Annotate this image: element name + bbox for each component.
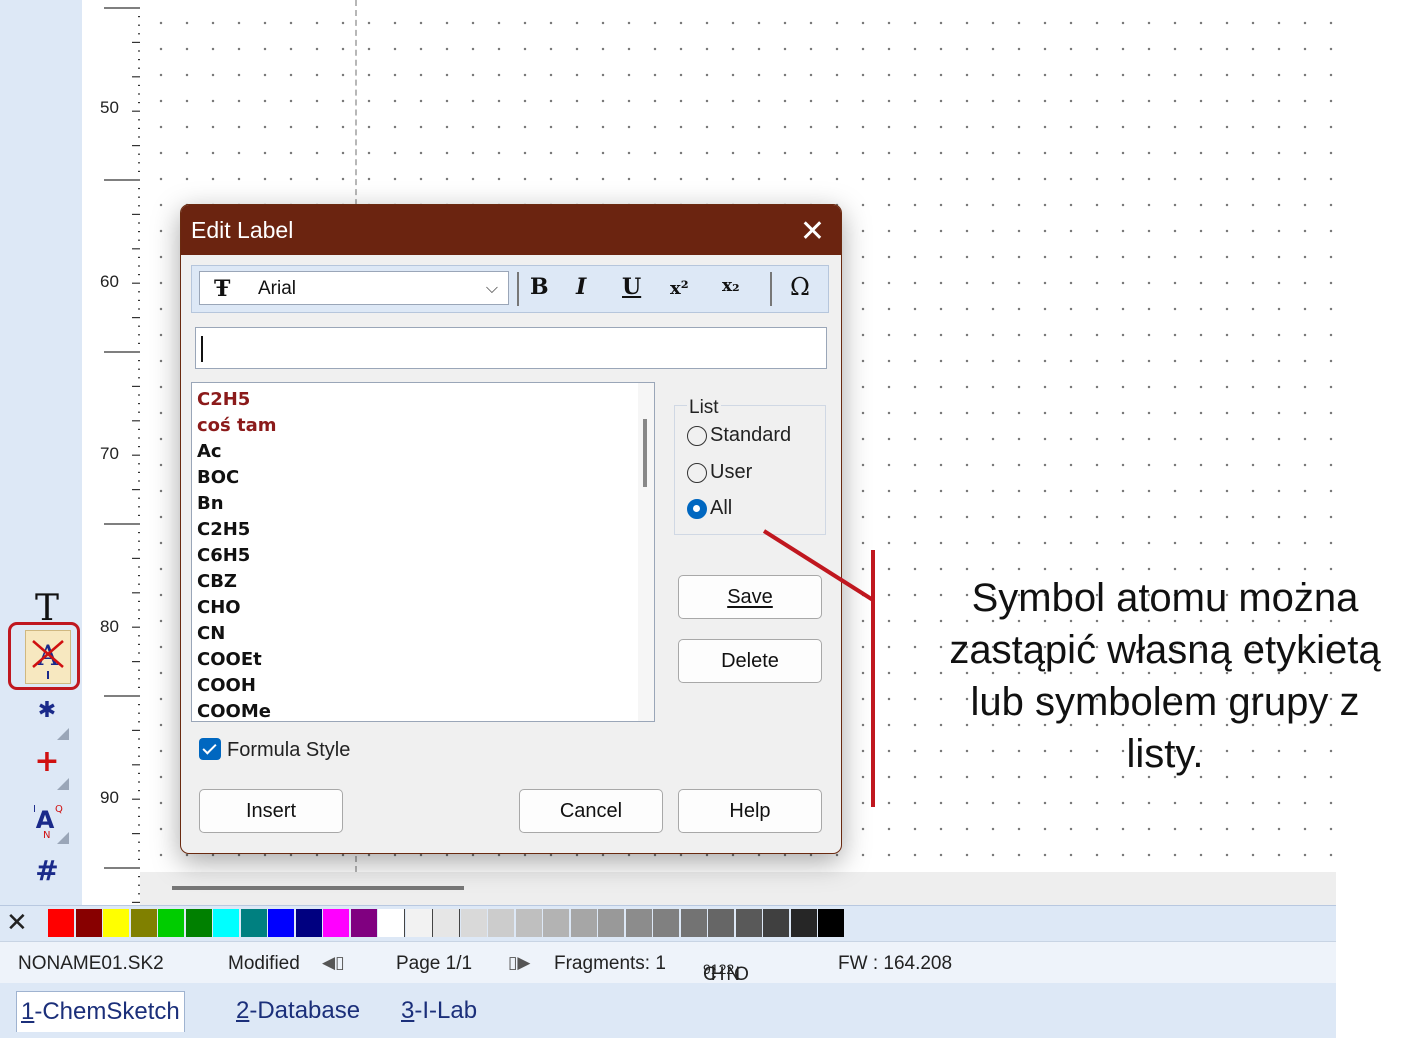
annotation-text: Symbol atomu można zastąpić własną etyki… — [949, 576, 1381, 776]
annotation-pointer-line — [762, 529, 875, 602]
annotation-callout — [762, 529, 875, 807]
